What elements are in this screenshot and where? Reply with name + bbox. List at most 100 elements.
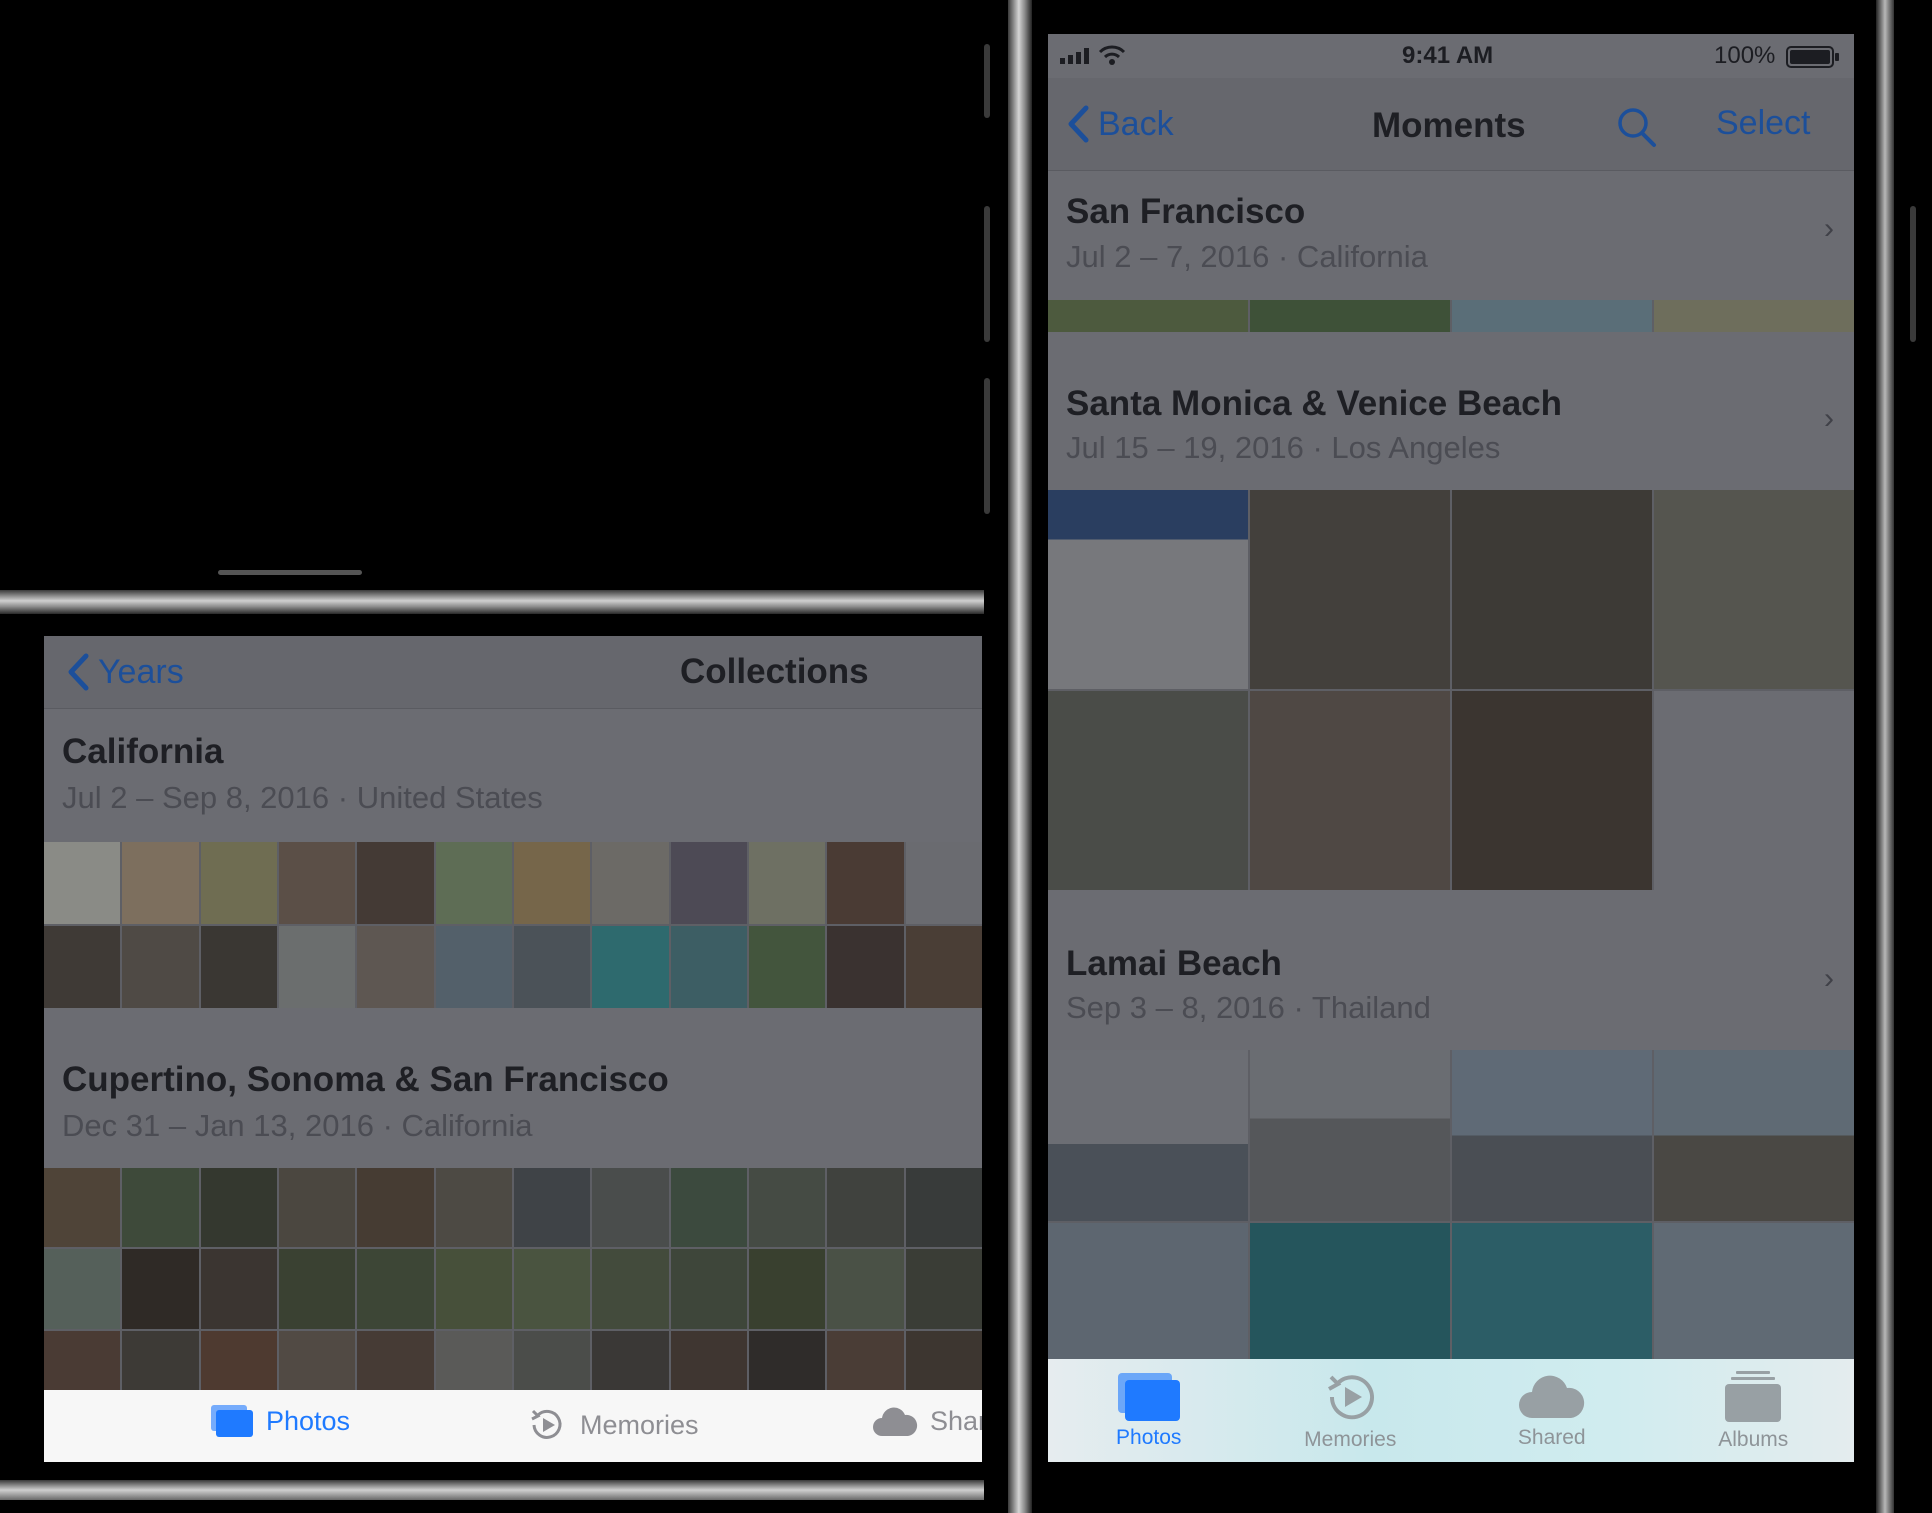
photo-thumbnail[interactable] [357,1168,434,1248]
home-indicator [218,570,362,575]
back-button[interactable]: Back [1066,104,1174,144]
photo-thumbnail[interactable] [905,926,982,1008]
collections-screen: Years Collections California Jul 2 – Sep… [44,636,982,1462]
photo-thumbnail[interactable] [357,926,434,1008]
photo-thumbnail[interactable] [827,1168,904,1248]
moment-photo-grid[interactable] [1048,1050,1854,1394]
empty-grid-cell [1654,691,1854,890]
photo-thumbnail[interactable] [905,842,982,924]
photo-thumbnail[interactable] [1452,300,1652,332]
photo-thumbnail[interactable] [44,1249,121,1329]
photo-thumbnail[interactable] [200,1249,277,1329]
photo-thumbnail[interactable] [592,842,669,924]
photo-thumbnail[interactable] [44,926,121,1008]
collection-photo-grid[interactable] [44,842,982,1008]
photo-thumbnail[interactable] [279,1168,356,1248]
photo-thumbnail[interactable] [1250,490,1450,689]
photos-tab-icon [211,1405,253,1437]
photo-thumbnail[interactable] [1048,300,1248,332]
cloud-icon [873,1407,918,1436]
photo-thumbnail[interactable] [1250,1050,1450,1221]
tab-shared[interactable]: Shared [1451,1359,1653,1462]
photo-thumbnail[interactable] [749,926,826,1008]
collection-photo-grid[interactable] [44,1168,982,1410]
photo-thumbnail[interactable] [514,1168,591,1248]
albums-tab-icon [1725,1370,1782,1422]
photo-thumbnail[interactable] [1654,490,1854,689]
device-volume-up-button [984,206,990,342]
photo-thumbnail[interactable] [670,926,747,1008]
page-title: Moments [1372,106,1526,145]
photo-thumbnail[interactable] [827,926,904,1008]
photo-thumbnail[interactable] [1048,490,1248,689]
select-button[interactable]: Select [1716,104,1811,143]
photo-thumbnail[interactable] [122,926,199,1008]
moment-photo-strip[interactable] [1048,300,1854,332]
photo-thumbnail[interactable] [749,1168,826,1248]
photo-thumbnail[interactable] [279,1249,356,1329]
photo-thumbnail[interactable] [592,1249,669,1329]
moment-subtitle: Jul 2 – 7, 2016 · California [1066,239,1428,274]
photo-thumbnail[interactable] [279,842,356,924]
photo-thumbnail[interactable] [44,1168,121,1248]
tab-photos[interactable]: Photos [210,1404,350,1438]
wifi-icon [1098,45,1126,65]
photo-thumbnail[interactable] [1452,490,1652,689]
right-device-rail [1008,0,1032,1513]
collection-title: Cupertino, Sonoma & San Francisco [62,1060,669,1099]
tab-albums[interactable]: Albums [1653,1359,1855,1462]
years-back-button[interactable]: Years [66,652,184,692]
collection-title: California [62,732,224,771]
chevron-left-icon [1068,105,1089,143]
moments-screen: 9:41 AM 100% Back Moments Select San Fra… [1048,34,1854,1462]
photo-thumbnail[interactable] [670,842,747,924]
photo-thumbnail[interactable] [279,926,356,1008]
photo-thumbnail[interactable] [827,842,904,924]
tab-albums-label: Albums [1718,1427,1789,1451]
photo-thumbnail[interactable] [357,842,434,924]
battery-icon [1786,46,1839,68]
photo-thumbnail[interactable] [357,1249,434,1329]
photo-thumbnail[interactable] [1048,691,1248,890]
photo-thumbnail[interactable] [122,842,199,924]
photo-thumbnail[interactable] [592,926,669,1008]
photo-thumbnail[interactable] [514,842,591,924]
photo-thumbnail[interactable] [670,1249,747,1329]
photo-thumbnail[interactable] [905,1249,982,1329]
photo-thumbnail[interactable] [122,1168,199,1248]
photo-thumbnail[interactable] [905,1168,982,1248]
photo-thumbnail[interactable] [1452,691,1652,890]
tab-photos[interactable]: Photos [1048,1359,1250,1462]
photo-thumbnail[interactable] [1452,1050,1652,1221]
photo-thumbnail[interactable] [44,842,121,924]
photo-thumbnail[interactable] [435,1249,512,1329]
photo-thumbnail[interactable] [435,842,512,924]
photo-thumbnail[interactable] [749,1249,826,1329]
photo-thumbnail[interactable] [670,1168,747,1248]
search-icon[interactable] [1616,106,1658,148]
photo-thumbnail[interactable] [1654,300,1854,332]
tab-memories[interactable]: Memories [1250,1359,1452,1462]
photo-thumbnail[interactable] [827,1249,904,1329]
tab-photos-label: Photos [266,1405,351,1436]
photo-thumbnail[interactable] [1250,691,1450,890]
photo-thumbnail[interactable] [1250,300,1450,332]
photo-thumbnail[interactable] [1654,1050,1854,1221]
memories-tab-icon [1328,1374,1375,1419]
moment-photo-grid[interactable] [1048,490,1854,890]
photo-thumbnail[interactable] [1048,1050,1248,1221]
photo-thumbnail[interactable] [122,1249,199,1329]
tab-memories-label: Memories [1304,1427,1397,1451]
photo-thumbnail[interactable] [514,926,591,1008]
photo-thumbnail[interactable] [435,926,512,1008]
right-device-rail-edge [1876,0,1894,1513]
photo-thumbnail[interactable] [435,1168,512,1248]
photo-thumbnail[interactable] [200,842,277,924]
photo-thumbnail[interactable] [749,842,826,924]
tab-memories[interactable]: Memories [526,1404,699,1446]
photo-thumbnail[interactable] [200,1168,277,1248]
photo-thumbnail[interactable] [200,926,277,1008]
photo-thumbnail[interactable] [592,1168,669,1248]
tab-shared[interactable]: Shar [872,1404,982,1438]
photo-thumbnail[interactable] [514,1249,591,1329]
